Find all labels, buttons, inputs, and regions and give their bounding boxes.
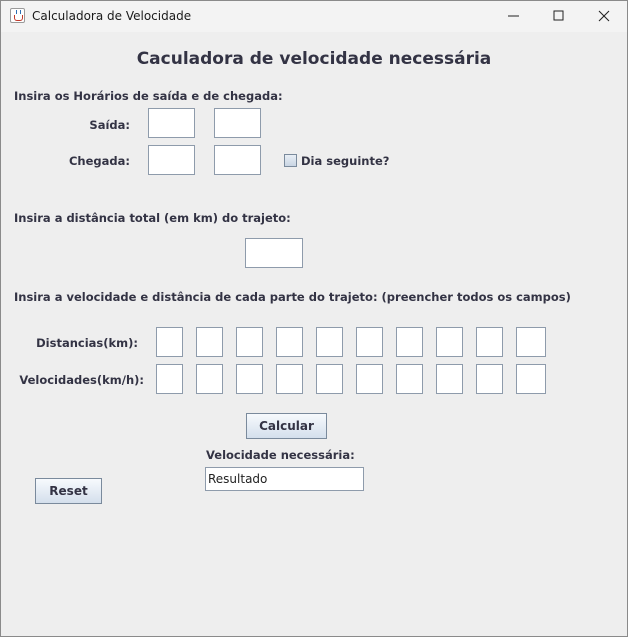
distance-field-6[interactable] <box>356 327 383 357</box>
speed-field-8[interactable] <box>436 364 463 394</box>
java-app-icon <box>10 8 25 23</box>
maximize-icon <box>553 10 564 21</box>
reset-button[interactable]: Reset <box>35 478 102 504</box>
speed-field-3[interactable] <box>236 364 263 394</box>
departure-hour-field[interactable] <box>148 108 195 138</box>
departure-minute-field[interactable] <box>214 108 261 138</box>
speed-field-4[interactable] <box>276 364 303 394</box>
distance-field-4[interactable] <box>276 327 303 357</box>
speed-field-6[interactable] <box>356 364 383 394</box>
speed-field-5[interactable] <box>316 364 343 394</box>
departure-label: Saída: <box>89 118 130 132</box>
result-field[interactable]: Resultado <box>205 467 364 491</box>
window-title: Calculadora de Velocidade <box>32 9 192 23</box>
speed-field-9[interactable] <box>476 364 503 394</box>
arrival-minute-field[interactable] <box>214 145 261 175</box>
speed-field-2[interactable] <box>196 364 223 394</box>
distance-section-label: Insira a distância total (em km) do traj… <box>14 211 291 225</box>
speed-field-10[interactable] <box>516 364 546 394</box>
maximize-button[interactable] <box>536 1 582 32</box>
distance-field-2[interactable] <box>196 327 223 357</box>
distances-row-label: Distancias(km): <box>36 336 138 350</box>
distance-field-7[interactable] <box>396 327 423 357</box>
segments-section-label: Insira a velocidade e distância de cada … <box>14 290 571 304</box>
minimize-icon <box>508 15 519 17</box>
page-title: Caculadora de velocidade necessária <box>136 49 492 69</box>
result-label: Velocidade necessária: <box>206 448 355 462</box>
title-bar: Calculadora de Velocidade <box>1 1 627 32</box>
distance-field-9[interactable] <box>476 327 503 357</box>
distance-field-8[interactable] <box>436 327 463 357</box>
app-window: Calculadora de Velocidade Caculadora de … <box>0 0 628 637</box>
minimize-button[interactable] <box>491 1 537 32</box>
distance-field-1[interactable] <box>156 327 183 357</box>
total-distance-field[interactable] <box>245 238 303 268</box>
arrival-hour-field[interactable] <box>148 145 195 175</box>
distance-field-10[interactable] <box>516 327 546 357</box>
speed-field-1[interactable] <box>156 364 183 394</box>
calculate-button[interactable]: Calcular <box>246 413 327 439</box>
arrival-label: Chegada: <box>68 154 130 168</box>
speed-field-7[interactable] <box>396 364 423 394</box>
next-day-checkbox[interactable] <box>284 154 297 167</box>
times-section-label: Insira os Horários de saída e de chegada… <box>14 89 283 103</box>
next-day-label: Dia seguinte? <box>301 154 390 168</box>
speeds-row-label: Velocidades(km/h): <box>19 373 144 387</box>
distance-field-5[interactable] <box>316 327 343 357</box>
distance-field-3[interactable] <box>236 327 263 357</box>
close-button[interactable] <box>581 1 627 32</box>
close-icon <box>598 10 610 22</box>
